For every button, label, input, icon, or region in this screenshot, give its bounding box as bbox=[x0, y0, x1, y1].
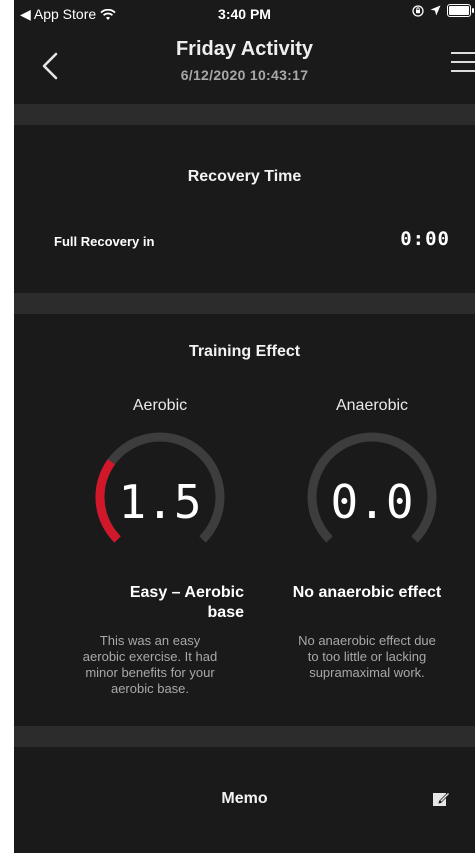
page-subtitle-datetime: 6/12/2020 10:43:17 bbox=[180, 67, 309, 83]
full-recovery-value: 0:00 bbox=[400, 228, 450, 250]
aerobic-effect-title-line: base bbox=[207, 604, 244, 621]
aerobic-value: 1.5 bbox=[118, 475, 202, 529]
aerobic-desc-line: This was an easy bbox=[99, 633, 201, 648]
navigation-bar: Friday Activity 6/12/2020 10:43:17 bbox=[14, 26, 475, 102]
section-divider bbox=[14, 104, 475, 125]
app-screen: ◀ App Store 3:40 PM Friday Activity 6/12… bbox=[14, 0, 475, 853]
aerobic-desc-line: aerobic exercise. It had bbox=[82, 649, 218, 664]
page-title: Friday Activity bbox=[175, 38, 314, 60]
recovery-time-heading: Recovery Time bbox=[187, 168, 302, 185]
memo-heading: Memo bbox=[221, 790, 268, 807]
anaerobic-value: 0.0 bbox=[330, 475, 414, 529]
status-bar: ◀ App Store 3:40 PM bbox=[14, 0, 475, 26]
anaerobic-desc-line: to too little or lacking bbox=[307, 649, 427, 664]
anaerobic-desc-line: supramaximal work. bbox=[309, 665, 425, 680]
aerobic-effect-title-line: Easy – Aerobic bbox=[129, 584, 244, 601]
hamburger-menu-icon[interactable] bbox=[451, 52, 475, 78]
aerobic-heading: Aerobic bbox=[132, 397, 188, 414]
aerobic-effect-description: This was an easy aerobic exercise. It ha… bbox=[50, 633, 250, 697]
battery-icon bbox=[447, 4, 474, 17]
status-right bbox=[412, 4, 474, 17]
anaerobic-desc-line: No anaerobic effect due bbox=[298, 633, 436, 648]
edit-note-icon[interactable] bbox=[431, 789, 451, 809]
aerobic-desc-line: minor benefits for your bbox=[85, 665, 215, 680]
section-divider bbox=[14, 726, 475, 747]
section-divider bbox=[14, 293, 475, 314]
aerobic-desc-line: aerobic base. bbox=[110, 681, 190, 696]
anaerobic-effect-title: No anaerobic effect bbox=[292, 584, 442, 601]
orientation-lock-icon bbox=[412, 4, 424, 17]
location-arrow-icon bbox=[430, 5, 441, 16]
training-effect-heading: Training Effect bbox=[188, 343, 301, 360]
full-recovery-label: Full Recovery in bbox=[54, 234, 155, 249]
anaerobic-effect-description: No anaerobic effect due to too little or… bbox=[267, 633, 467, 681]
status-time: 3:40 PM bbox=[218, 6, 271, 22]
aerobic-effect-title: Easy – Aerobic base bbox=[44, 583, 244, 623]
anaerobic-heading: Anaerobic bbox=[335, 397, 409, 414]
